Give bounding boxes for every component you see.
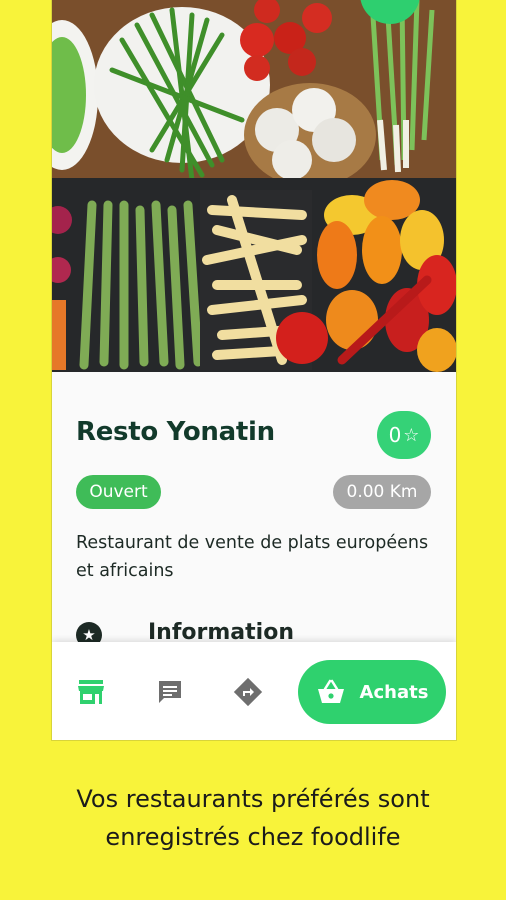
store-icon[interactable] — [76, 677, 106, 707]
caption-line-2: enregistrés chez foodlife — [105, 823, 401, 851]
distance-badge: 0.00 Km — [333, 475, 431, 509]
rating-value: 0 — [388, 423, 402, 447]
restaurant-hero-image — [52, 0, 456, 372]
bottom-navigation: Achats — [52, 642, 456, 740]
rating-badge[interactable]: 0 ☆ — [377, 411, 431, 459]
vegetables-photo — [52, 0, 456, 372]
status-badge: Ouvert — [76, 475, 161, 509]
directions-icon[interactable] — [233, 677, 263, 707]
cart-label: Achats — [359, 681, 429, 703]
cart-button[interactable]: Achats — [298, 660, 446, 724]
star-icon: ☆ — [403, 424, 420, 446]
promo-caption: Vos restaurants préférés sont enregistré… — [0, 780, 506, 856]
restaurant-details-card: Resto Yonatin 0 ☆ Ouvert 0.00 Km Restaur… — [52, 372, 456, 648]
basket-icon — [317, 679, 344, 703]
message-icon[interactable] — [155, 677, 185, 707]
restaurant-description: Restaurant de vente de plats européens e… — [76, 533, 429, 581]
restaurant-name: Resto Yonatin — [76, 417, 275, 447]
caption-line-1: Vos restaurants préférés sont — [76, 785, 430, 813]
phone-screen: Resto Yonatin 0 ☆ Ouvert 0.00 Km Restaur… — [52, 0, 456, 740]
